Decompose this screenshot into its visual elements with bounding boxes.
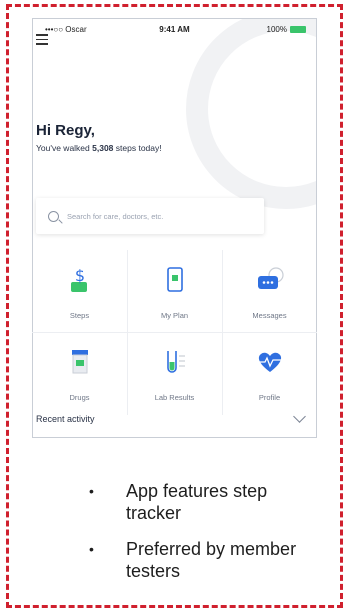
steps-count: 5,308 xyxy=(92,143,114,153)
tile-profile[interactable]: Profile xyxy=(222,332,317,414)
steps-summary: You've walked 5,308 steps today! xyxy=(36,143,162,153)
feature-grid: $ Steps My Plan Messages Drugs Lab Resul… xyxy=(32,250,317,415)
test-tube-icon xyxy=(166,351,185,373)
status-bar: •••○○ Oscar 9:41 AM 100% xyxy=(33,19,316,39)
steps-suffix: steps today! xyxy=(113,143,162,153)
heart-pulse-icon xyxy=(258,352,281,372)
dollar-hand-icon: $ xyxy=(70,266,87,292)
tile-steps[interactable]: $ Steps xyxy=(32,250,127,332)
tile-label: Drugs xyxy=(69,393,90,402)
bullet-item: Preferred by member testers xyxy=(86,538,326,582)
tile-drugs[interactable]: Drugs xyxy=(32,332,127,414)
tile-label: My Plan xyxy=(160,311,189,320)
bullet-item: App features step tracker xyxy=(86,480,326,524)
svg-text:$: $ xyxy=(74,266,84,285)
tile-label: Profile xyxy=(258,393,281,402)
steps-prefix: You've walked xyxy=(36,143,93,153)
hamburger-menu-icon[interactable] xyxy=(36,34,48,45)
pill-bottle-icon xyxy=(71,350,88,374)
tile-my-plan[interactable]: My Plan xyxy=(127,250,222,332)
search-placeholder: Search for care, doctors, etc. xyxy=(67,211,164,221)
tile-label: Steps xyxy=(69,311,90,320)
tile-lab-results[interactable]: Lab Results xyxy=(127,332,222,414)
recent-activity-header[interactable]: Recent activity xyxy=(36,414,95,424)
feature-bullets: App features step tracker Preferred by m… xyxy=(86,480,326,596)
greeting-title: Hi Regy, xyxy=(36,122,95,139)
chat-bubble-icon xyxy=(257,267,284,289)
tile-label: Lab Results xyxy=(154,393,195,402)
decorative-ring xyxy=(186,19,316,209)
search-input[interactable]: Search for care, doctors, etc. xyxy=(36,198,264,234)
phone-card-icon xyxy=(166,267,183,292)
tile-messages[interactable]: Messages xyxy=(222,250,317,332)
battery-percent: 100% xyxy=(266,25,287,34)
tile-label: Messages xyxy=(252,311,287,320)
battery-icon xyxy=(290,26,306,33)
search-icon xyxy=(48,210,59,222)
battery-status: 100% xyxy=(267,25,306,34)
